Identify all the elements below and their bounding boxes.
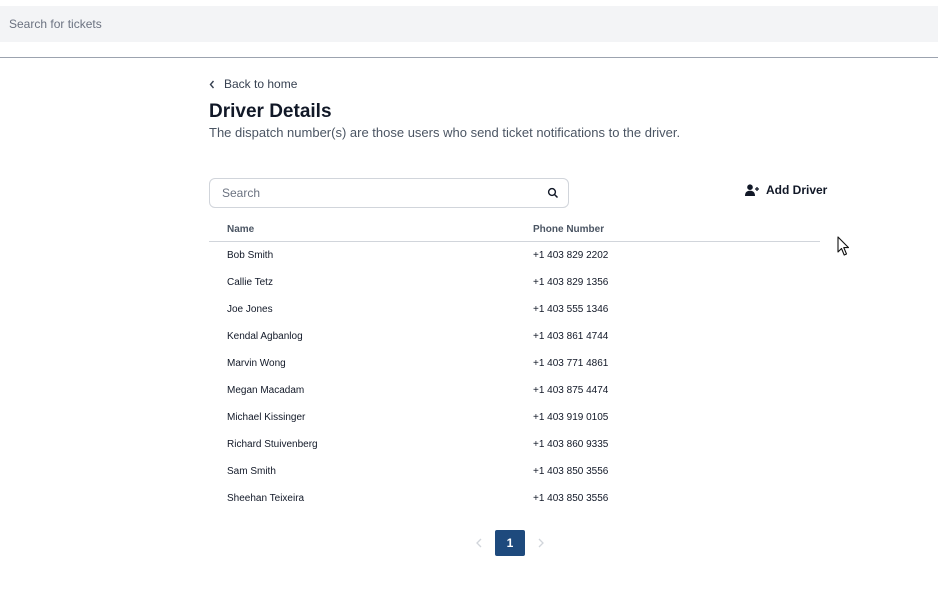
- table-row[interactable]: Marvin Wong +1 403 771 4861: [209, 350, 820, 377]
- table-header: Name Phone Number: [209, 221, 820, 242]
- driver-search-input[interactable]: [210, 179, 568, 207]
- ticket-search-bar: [0, 6, 938, 42]
- driver-search: [209, 178, 569, 208]
- add-driver-label: Add Driver: [766, 183, 828, 197]
- driver-name: Marvin Wong: [227, 358, 286, 369]
- driver-name: Richard Stuivenberg: [227, 439, 318, 450]
- driver-phone: +1 403 860 9335: [533, 439, 609, 450]
- table-row[interactable]: Joe Jones +1 403 555 1346: [209, 296, 820, 323]
- driver-phone: +1 403 829 2202: [533, 250, 609, 261]
- driver-phone: +1 403 861 4744: [533, 331, 609, 342]
- back-to-home-link[interactable]: Back to home: [209, 76, 297, 92]
- user-plus-icon: [745, 184, 759, 196]
- driver-name: Michael Kissinger: [227, 412, 306, 423]
- driver-name: Callie Tetz: [227, 277, 273, 288]
- driver-phone: +1 403 555 1346: [533, 304, 609, 315]
- previous-page-button[interactable]: [469, 530, 489, 556]
- driver-name: Kendal Agbanlog: [227, 331, 303, 342]
- table-row[interactable]: Richard Stuivenberg +1 403 860 9335: [209, 431, 820, 458]
- driver-phone: +1 403 919 0105: [533, 412, 609, 423]
- drivers-table-body: Bob Smith +1 403 829 2202 Callie Tetz +1 4…: [209, 242, 820, 512]
- back-to-home-label: Back to home: [224, 77, 298, 91]
- driver-phone: +1 403 875 4474: [533, 385, 609, 396]
- table-row[interactable]: Callie Tetz +1 403 829 1356: [209, 269, 820, 296]
- add-driver-button[interactable]: Add Driver: [745, 181, 827, 199]
- header-divider: [0, 57, 938, 58]
- table-row[interactable]: Sam Smith +1 403 850 3556: [209, 458, 820, 485]
- table-row[interactable]: Megan Macadam +1 403 875 4474: [209, 377, 820, 404]
- ticket-search-input[interactable]: [0, 6, 938, 42]
- table-row[interactable]: Michael Kissinger +1 403 919 0105: [209, 404, 820, 431]
- chevron-left-icon: [209, 80, 215, 89]
- chevron-right-icon: [538, 538, 544, 548]
- table-row[interactable]: Kendal Agbanlog +1 403 861 4744: [209, 323, 820, 350]
- next-page-button[interactable]: [531, 530, 551, 556]
- table-row[interactable]: Sheehan Teixeira +1 403 850 3556: [209, 485, 820, 512]
- driver-name: Sam Smith: [227, 466, 276, 477]
- driver-name: Megan Macadam: [227, 385, 305, 396]
- page-title: Driver Details: [209, 101, 332, 122]
- pagination: 1: [469, 530, 551, 556]
- driver-phone: +1 403 850 3556: [533, 493, 609, 504]
- driver-phone: +1 403 829 1356: [533, 277, 609, 288]
- page-subtitle: The dispatch number(s) are those users w…: [209, 125, 681, 140]
- driver-phone: +1 403 850 3556: [533, 466, 609, 477]
- driver-name: Joe Jones: [227, 304, 273, 315]
- table-row[interactable]: Bob Smith +1 403 829 2202: [209, 242, 820, 269]
- driver-phone: +1 403 771 4861: [533, 358, 609, 369]
- column-header-name[interactable]: Name: [227, 224, 254, 235]
- page-number-current[interactable]: 1: [495, 530, 525, 556]
- mouse-pointer-icon: [837, 236, 850, 256]
- driver-name: Sheehan Teixeira: [227, 493, 305, 504]
- driver-name: Bob Smith: [227, 250, 274, 261]
- column-header-phone[interactable]: Phone Number: [533, 224, 604, 235]
- search-icon[interactable]: [547, 187, 559, 199]
- chevron-left-icon: [476, 538, 482, 548]
